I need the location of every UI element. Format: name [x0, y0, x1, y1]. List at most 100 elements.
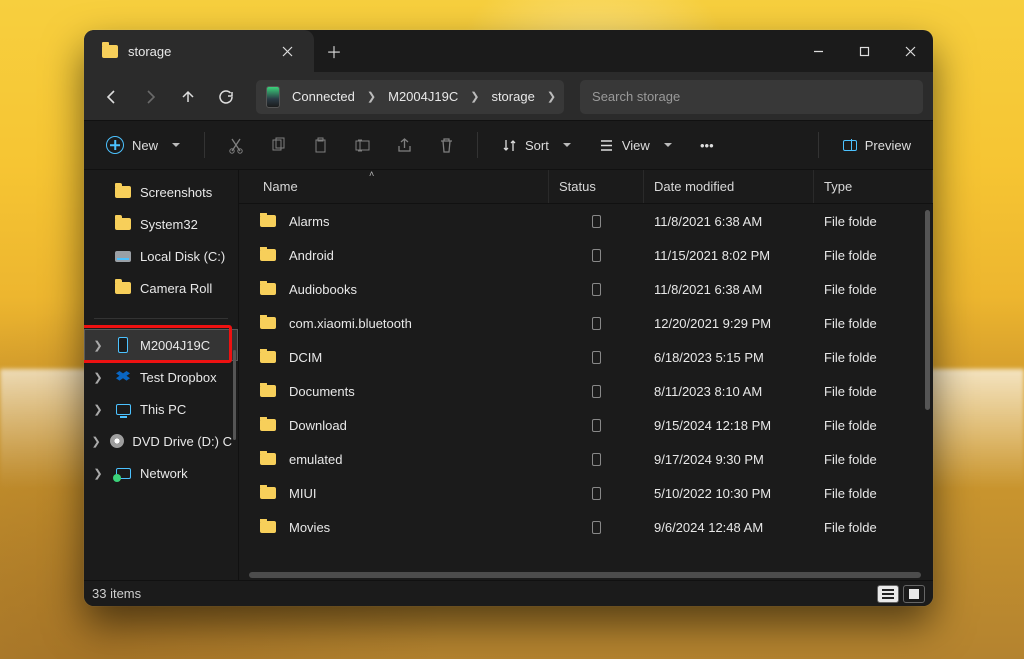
delete-icon[interactable] [429, 129, 463, 161]
column-header-type[interactable]: Type [814, 170, 933, 203]
sidebar-item[interactable]: Camera Roll [84, 272, 238, 304]
device-status-icon [592, 521, 601, 534]
file-name: Movies [289, 520, 330, 535]
dropbox-icon [114, 369, 132, 385]
sort-button[interactable]: Sort [492, 129, 581, 161]
sidebar-item[interactable]: Screenshots [84, 176, 238, 208]
search-box[interactable] [580, 80, 923, 114]
file-row[interactable]: Alarms11/8/2021 6:38 AMFile folde [239, 204, 933, 238]
search-input[interactable] [592, 89, 911, 104]
file-date: 6/18/2023 5:15 PM [644, 350, 814, 365]
rename-icon[interactable] [345, 129, 379, 161]
sidebar-item[interactable]: ❯Network [84, 457, 238, 489]
separator [477, 132, 478, 158]
new-button[interactable]: New [96, 129, 190, 161]
folder-icon [259, 451, 277, 467]
expand-chevron-icon[interactable]: ❯ [90, 339, 106, 352]
breadcrumb-item[interactable]: Connected [292, 89, 355, 104]
file-date: 9/15/2024 12:18 PM [644, 418, 814, 433]
navigation-bar: Connected ❯ M2004J19C ❯ storage ❯ [84, 72, 933, 120]
address-bar[interactable]: Connected ❯ M2004J19C ❯ storage ❯ [256, 80, 564, 114]
file-date: 11/8/2021 6:38 AM [644, 214, 814, 229]
chevron-right-icon[interactable]: ❯ [470, 90, 479, 103]
tab-close-button[interactable] [274, 38, 300, 64]
device-status-icon [592, 453, 601, 466]
device-status-icon [592, 249, 601, 262]
file-type: File folde [814, 214, 933, 229]
vertical-scrollbar[interactable] [925, 210, 930, 410]
minimize-button[interactable] [795, 30, 841, 72]
column-headers: ˄ Name Status Date modified Type [239, 170, 933, 204]
folder-icon [114, 216, 132, 232]
expand-chevron-icon[interactable]: ❯ [90, 371, 106, 384]
new-tab-button[interactable]: ＋ [314, 30, 354, 72]
thumbnails-view-button[interactable] [903, 585, 925, 603]
sidebar-item-label: M2004J19C [140, 338, 210, 353]
share-icon[interactable] [387, 129, 421, 161]
sidebar-item[interactable]: System32 [84, 208, 238, 240]
window-tab[interactable]: storage [84, 30, 314, 72]
sidebar-item[interactable]: ❯This PC [84, 393, 238, 425]
details-view-button[interactable] [877, 585, 899, 603]
folder-icon [114, 184, 132, 200]
chevron-right-icon[interactable]: ❯ [367, 90, 376, 103]
file-date: 9/6/2024 12:48 AM [644, 520, 814, 535]
sort-indicator-icon: ˄ [369, 169, 374, 179]
sidebar-item[interactable]: Local Disk (C:) [84, 240, 238, 272]
close-button[interactable] [887, 30, 933, 72]
folder-icon [259, 485, 277, 501]
sidebar-item-label: Camera Roll [140, 281, 212, 296]
file-row[interactable]: com.xiaomi.bluetooth12/20/2021 9:29 PMFi… [239, 306, 933, 340]
horizontal-scrollbar[interactable] [249, 572, 921, 578]
expand-chevron-icon[interactable]: ❯ [90, 435, 102, 448]
paste-icon[interactable] [303, 129, 337, 161]
file-row[interactable]: Documents8/11/2023 8:10 AMFile folde [239, 374, 933, 408]
file-row[interactable]: DCIM6/18/2023 5:15 PMFile folde [239, 340, 933, 374]
sidebar-item[interactable]: ❯ DVD Drive (D:) C [84, 425, 238, 457]
chevron-right-icon[interactable]: ❯ [547, 90, 556, 103]
file-type: File folde [814, 248, 933, 263]
view-button[interactable]: View [589, 129, 682, 161]
expand-chevron-icon[interactable]: ❯ [90, 403, 106, 416]
sidebar-item[interactable]: ❯ M2004J19C [84, 329, 238, 361]
device-status-icon [592, 351, 601, 364]
sidebar-item-label: Local Disk (C:) [140, 249, 225, 264]
more-button[interactable]: ••• [690, 129, 724, 161]
expand-chevron-icon[interactable]: ❯ [90, 467, 106, 480]
folder-icon [259, 417, 277, 433]
refresh-button[interactable] [208, 80, 244, 114]
forward-button[interactable] [132, 80, 168, 114]
back-button[interactable] [94, 80, 130, 114]
file-row[interactable]: emulated9/17/2024 9:30 PMFile folde [239, 442, 933, 476]
pc-icon [114, 401, 132, 417]
device-status-icon [592, 419, 601, 432]
file-row[interactable]: Download9/15/2024 12:18 PMFile folde [239, 408, 933, 442]
file-date: 5/10/2022 10:30 PM [644, 486, 814, 501]
file-row[interactable]: MIUI5/10/2022 10:30 PMFile folde [239, 476, 933, 510]
folder-icon [259, 315, 277, 331]
folder-icon [114, 280, 132, 296]
file-name: DCIM [289, 350, 322, 365]
column-header-name[interactable]: Name [239, 170, 549, 203]
sidebar-item-label: DVD Drive (D:) C [132, 434, 232, 449]
copy-icon[interactable] [261, 129, 295, 161]
file-row[interactable]: Android11/15/2021 8:02 PMFile folde [239, 238, 933, 272]
file-row[interactable]: Movies 9/6/2024 12:48 AMFile folde [239, 510, 933, 544]
column-header-status[interactable]: Status [549, 170, 644, 203]
breadcrumb-item[interactable]: storage [491, 89, 534, 104]
cut-icon[interactable] [219, 129, 253, 161]
file-type: File folde [814, 520, 933, 535]
file-name: MIUI [289, 486, 316, 501]
item-count: 33 items [92, 586, 141, 601]
disk-icon [114, 248, 132, 264]
sidebar-item[interactable]: ❯Test Dropbox [84, 361, 238, 393]
column-header-date[interactable]: Date modified [644, 170, 814, 203]
up-button[interactable] [170, 80, 206, 114]
maximize-button[interactable] [841, 30, 887, 72]
preview-button[interactable]: Preview [833, 129, 921, 161]
breadcrumb-item[interactable]: M2004J19C [388, 89, 458, 104]
file-row[interactable]: Audiobooks11/8/2021 6:38 AMFile folde [239, 272, 933, 306]
separator [818, 132, 819, 158]
file-type: File folde [814, 452, 933, 467]
explorer-window: storage ＋ Connected ❯ M2004J19C ❯ storag… [84, 30, 933, 606]
